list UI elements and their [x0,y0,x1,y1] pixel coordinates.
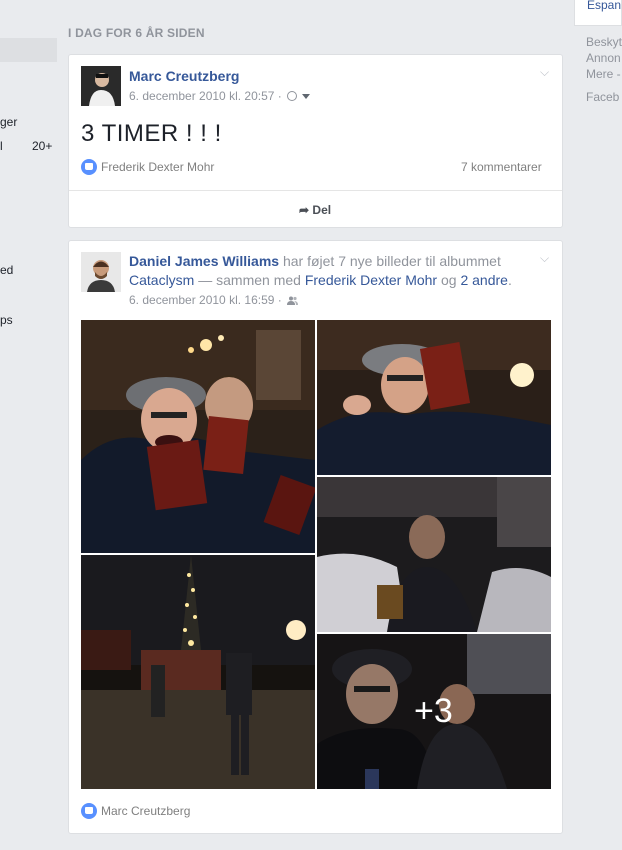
album-photo[interactable] [81,555,315,789]
left-sidebar-count-badge: 20+ [32,139,53,153]
reactions-summary[interactable]: Frederik Dexter Mohr [81,159,214,175]
share-arrow-icon: ➦ [299,203,310,217]
like-icon [81,159,97,175]
album-photo[interactable] [81,320,315,553]
tagged-person-link[interactable]: Frederik Dexter Mohr [305,272,437,288]
audience-dropdown-icon[interactable] [302,94,311,99]
left-sidebar: ger l 20+ ed ps [0,0,60,850]
avatar[interactable] [81,66,121,106]
album-link[interactable]: Cataclysm [129,272,194,288]
comments-count[interactable]: 7 kommentarer [461,160,542,174]
post-text: 3 TIMER ! ! ! [81,120,222,147]
post-header: Daniel James Williams har føjet 7 nye bi… [129,253,512,288]
language-box: Espan [574,0,622,26]
left-sidebar-selected-item[interactable] [0,38,57,62]
post-options-chevron-icon[interactable]: ⌵ [540,251,549,266]
right-rail: Espan Beskyt Annon Mere - Faceb [574,0,622,850]
footer-link[interactable]: Mere - [586,67,621,81]
footer-link[interactable]: Beskyt [586,35,622,49]
post-card: Marc Creutzberg 6. december 2010 kl. 20:… [68,54,563,228]
post-author[interactable]: Daniel James Williams [129,253,279,269]
post-timestamp[interactable]: 6. december 2010 kl. 16:59 · [129,293,299,307]
avatar[interactable] [81,252,121,292]
memories-section-title: I DAG FOR 6 ÅR SIDEN [68,26,205,40]
album-photo[interactable] [317,477,551,632]
globe-icon [287,91,298,101]
album-photo[interactable] [317,320,551,475]
post-author[interactable]: Marc Creutzberg [129,68,239,84]
album-photo-more[interactable]: +3 [317,634,551,789]
others-link[interactable]: 2 andre [460,272,507,288]
left-sidebar-item[interactable]: ps [0,313,13,327]
left-sidebar-item[interactable]: ed [0,263,13,277]
divider [69,190,562,191]
post-timestamp[interactable]: 6. december 2010 kl. 20:57 · [129,89,311,103]
reactions-summary[interactable]: Marc Creutzberg [81,803,190,819]
like-icon [81,803,97,819]
left-sidebar-item[interactable]: ger [0,115,17,129]
post-options-chevron-icon[interactable]: ⌵ [540,65,549,80]
post-card: Daniel James Williams har føjet 7 nye bi… [68,240,563,834]
footer-link[interactable]: Annon [586,51,621,65]
footer-link[interactable]: Faceb [586,90,619,104]
friends-icon [287,294,299,305]
more-photos-count: +3 [414,692,453,730]
share-button[interactable]: ➦ Del [299,203,331,217]
language-link[interactable]: Espan [587,0,621,12]
left-sidebar-item[interactable]: l [0,139,3,153]
